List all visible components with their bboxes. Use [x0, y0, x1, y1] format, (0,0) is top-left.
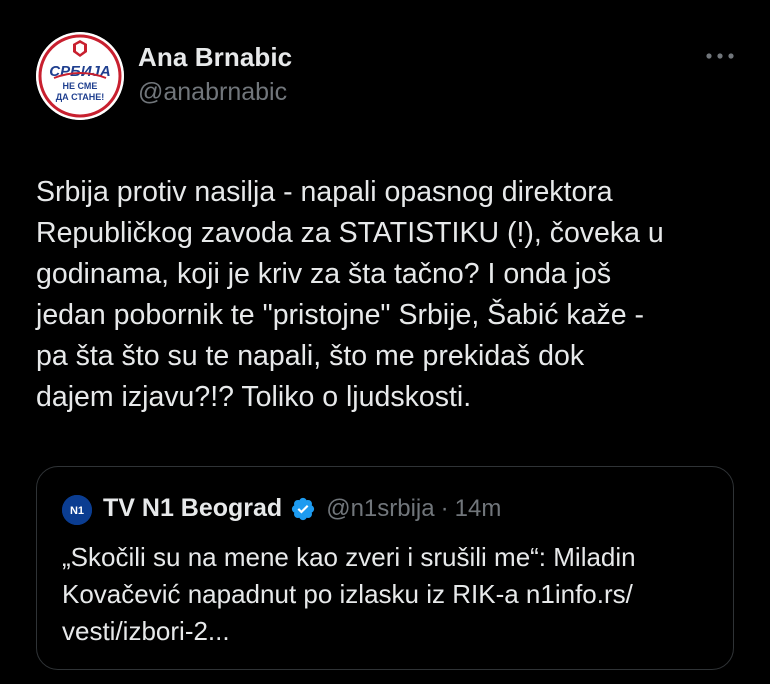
- tweet[interactable]: СРБИЈА НЕ СМЕ ДА СТАНЕ! Ana Brnabic @ana…: [0, 0, 770, 684]
- quoted-tweet-text: „Skočili su na mene kao zveri i srušili …: [62, 542, 636, 646]
- author-display-name[interactable]: Ana Brnabic: [138, 42, 292, 73]
- avatar-text-line3: ДА СТАНЕ!: [56, 92, 105, 102]
- n1-logo-icon: N1: [62, 495, 92, 525]
- more-horizontal-icon[interactable]: [702, 50, 738, 62]
- author-handle[interactable]: @anabrnabic: [138, 78, 287, 107]
- avatar-logo: СРБИЈА НЕ СМЕ ДА СТАНЕ!: [36, 32, 124, 120]
- quoted-display-name[interactable]: TV N1 Beograd: [103, 494, 282, 523]
- separator-dot: ·: [440, 494, 449, 522]
- quoted-tweet[interactable]: N1 TV N1 Beograd @n1srbija · 14m „Skočil…: [36, 466, 734, 670]
- avatar-text-line2: НЕ СМЕ: [63, 81, 98, 91]
- verified-badge-icon: [292, 497, 315, 520]
- avatar[interactable]: СРБИЈА НЕ СМЕ ДА СТАНЕ!: [36, 32, 124, 120]
- quoted-timestamp[interactable]: 14m: [455, 495, 502, 523]
- n1-logo-text: N1: [70, 505, 84, 517]
- tweet-text: Srbija protiv nasilja - napali opasnog d…: [36, 176, 664, 413]
- quoted-handle[interactable]: @n1srbija: [326, 495, 434, 523]
- quoted-tweet-header: TV N1 Beograd @n1srbija · 14m: [103, 494, 501, 523]
